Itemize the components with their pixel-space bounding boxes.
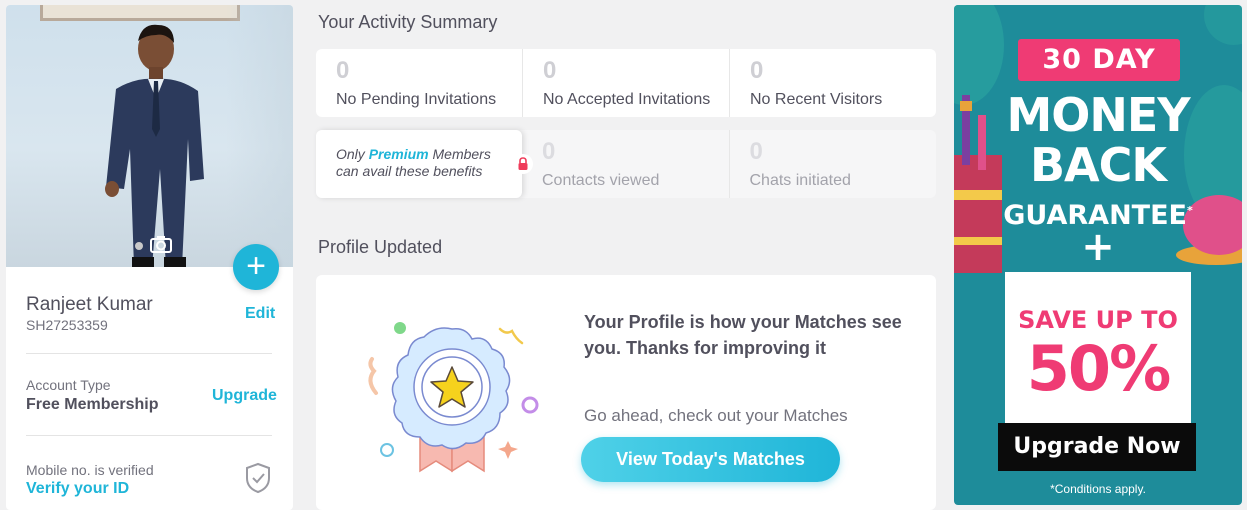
profile-id: SH27253359 <box>26 317 108 333</box>
verify-id-link[interactable]: Verify your ID <box>26 480 129 498</box>
promo-money-text: MONEY <box>1006 88 1190 142</box>
wall-shadow <box>226 5 293 267</box>
camera-icon[interactable] <box>150 235 172 253</box>
conditions-note: *Conditions apply. <box>1050 482 1146 496</box>
plus-icon: + <box>246 247 266 285</box>
save-offer-box: SAVE UP TO 50% <box>1005 272 1191 428</box>
accepted-invitations-label: No Accepted Invitations <box>543 91 711 108</box>
guarantee-asterisk: * <box>1186 204 1193 217</box>
upgrade-now-button[interactable]: Upgrade Now <box>998 423 1196 471</box>
profile-updated-card: Your Profile is how your Matches see you… <box>316 275 936 510</box>
edit-profile-link[interactable]: Edit <box>245 305 275 323</box>
contacts-viewed-count: 0 <box>542 138 556 165</box>
profile-photo[interactable] <box>6 5 293 267</box>
view-todays-matches-button[interactable]: View Today's Matches <box>581 437 840 482</box>
divider <box>26 353 272 354</box>
add-photo-button[interactable]: + <box>233 244 279 290</box>
profile-name: Ranjeet Kumar <box>26 294 153 315</box>
premium-note-text: Only Premium Members can avail these ben… <box>336 146 491 180</box>
contacts-viewed-label: Contacts viewed <box>542 172 660 189</box>
divider <box>26 435 272 436</box>
save-percent-text: 50% <box>1026 332 1171 405</box>
premium-benefits-note: Only Premium Members can avail these ben… <box>316 130 533 198</box>
recent-visitors-label: No Recent Visitors <box>750 91 883 108</box>
pending-invitations-label: No Pending Invitations <box>336 91 497 108</box>
activity-summary-title: Your Activity Summary <box>318 12 498 32</box>
contacts-viewed-stat: 0 Contacts viewed <box>522 130 730 198</box>
pending-invitations-count: 0 <box>336 57 350 84</box>
shield-check-icon <box>246 462 270 494</box>
recent-visitors-count: 0 <box>750 57 764 84</box>
accepted-invitations-count: 0 <box>543 57 557 84</box>
award-badge-illustration <box>368 322 539 473</box>
account-type-label: Account Type <box>26 377 111 393</box>
upgrade-link[interactable]: Upgrade <box>212 387 277 405</box>
save-up-to-text: SAVE UP TO <box>1018 306 1178 334</box>
profile-updated-subtext: Go ahead, check out your Matches <box>584 406 848 425</box>
recent-visitors-stat[interactable]: 0 No Recent Visitors <box>730 49 936 117</box>
premium-highlight: Premium <box>368 146 429 162</box>
photo-indicator-dot[interactable] <box>135 242 143 250</box>
premium-note-prefix: Only <box>336 146 369 162</box>
profile-card: + Ranjeet Kumar SH27253359 Edit Account … <box>6 5 293 510</box>
activity-row-primary: 0 No Pending Invitations 0 No Accepted I… <box>316 49 936 117</box>
chats-initiated-stat: 0 Chats initiated <box>730 130 937 198</box>
profile-updated-headline: Your Profile is how your Matches see you… <box>584 312 902 358</box>
thirty-day-badge: 30 DAY <box>1018 39 1180 81</box>
chats-initiated-count: 0 <box>749 138 763 165</box>
premium-note-suffix: Members <box>428 146 491 162</box>
promo-banner[interactable]: 30 DAY MONEY BACK GUARANTEE* + SAVE UP T… <box>954 5 1242 505</box>
person-image <box>105 24 204 267</box>
premium-note-line2: can avail these benefits <box>336 163 483 179</box>
accepted-invitations-stat[interactable]: 0 No Accepted Invitations <box>523 49 730 117</box>
pending-invitations-stat[interactable]: 0 No Pending Invitations <box>316 49 523 117</box>
promo-back-text: BACK <box>1029 138 1167 192</box>
account-type-value: Free Membership <box>26 396 159 413</box>
mobile-verified-text: Mobile no. is verified <box>26 462 154 478</box>
activity-row-premium: Only Premium Members can avail these ben… <box>316 130 936 198</box>
chats-initiated-label: Chats initiated <box>749 172 851 189</box>
profile-updated-title: Profile Updated <box>318 237 443 257</box>
plus-icon: + <box>1081 224 1115 270</box>
lock-icon <box>513 154 533 174</box>
